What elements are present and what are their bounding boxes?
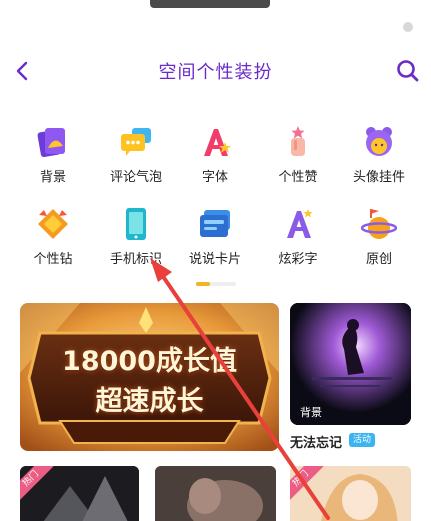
grid-item-label: 炫彩字 — [278, 252, 318, 267]
search-icon[interactable] — [391, 54, 425, 88]
bottom-card-3[interactable]: 热门 — [290, 466, 411, 521]
grid-item-comment-bubble[interactable]: 评论气泡 — [93, 120, 179, 190]
page-title: 空间个性装扮 — [158, 62, 273, 83]
status-strip — [150, 0, 270, 8]
background-icon — [37, 128, 65, 158]
grid-item-label: 头像挂件 — [352, 170, 405, 185]
grid-item-label: 个性赞 — [278, 170, 318, 185]
banner-subheadline: 超速成长 — [95, 386, 204, 417]
card-icon — [200, 210, 230, 237]
comment-bubble-icon — [121, 128, 151, 156]
status-indicator-icon — [403, 22, 413, 32]
grid-item-original[interactable]: 原创 — [336, 202, 422, 272]
bottom-card-2[interactable] — [155, 466, 276, 521]
page-indicator — [196, 282, 236, 286]
grid-item-like[interactable]: 个性赞 — [255, 120, 341, 190]
bottom-card-1[interactable]: 热门 — [20, 466, 139, 521]
phone-icon — [126, 208, 146, 240]
grid-item-label: 背景 — [39, 170, 66, 185]
grid-item-label: 说说卡片 — [188, 252, 241, 267]
grid-item-label: 个性钻 — [33, 252, 73, 267]
grid-item-label: 字体 — [201, 170, 228, 185]
grid-item-background[interactable]: 背景 — [10, 120, 96, 190]
grid-item-font[interactable]: 字体 — [172, 120, 258, 190]
activity-badge: 活动 — [349, 433, 376, 447]
font-icon — [204, 129, 231, 156]
page-indicator-active — [196, 282, 210, 286]
bottom-card-image — [155, 466, 276, 521]
status-bar — [0, 0, 431, 44]
grid-item-diamond[interactable]: 个性钻 — [10, 202, 96, 272]
grid-item-phone[interactable]: 手机标识 — [93, 202, 179, 272]
grid-item-label: 手机标识 — [109, 252, 162, 267]
diamond-icon — [38, 209, 68, 239]
grid-item-label: 评论气泡 — [109, 170, 162, 185]
grid-item-avatar-pendant[interactable]: 头像挂件 — [336, 120, 422, 190]
feature-card-tag: 背景 — [300, 406, 322, 419]
promo-banner[interactable]: 18000成长值 超速成长 — [20, 303, 279, 451]
feature-card-title: 无法忘记 — [290, 436, 343, 451]
original-icon — [361, 209, 397, 239]
banner-headline: 18000成长值 — [62, 346, 237, 377]
color-text-icon — [287, 209, 313, 238]
category-grid: 背景 评论气泡 字体 个性赞 头像挂件 个性钻 手机标识 说说卡片 炫彩字 原创 — [0, 120, 431, 270]
grid-item-card[interactable]: 说说卡片 — [172, 202, 258, 272]
grid-item-color-text[interactable]: 炫彩字 — [255, 202, 341, 272]
like-icon — [291, 126, 305, 156]
navigation-bar: 空间个性装扮 — [0, 48, 431, 94]
grid-item-label: 原创 — [365, 252, 392, 267]
feature-card[interactable]: 背景 — [290, 303, 411, 425]
avatar-pendant-icon — [366, 127, 392, 156]
